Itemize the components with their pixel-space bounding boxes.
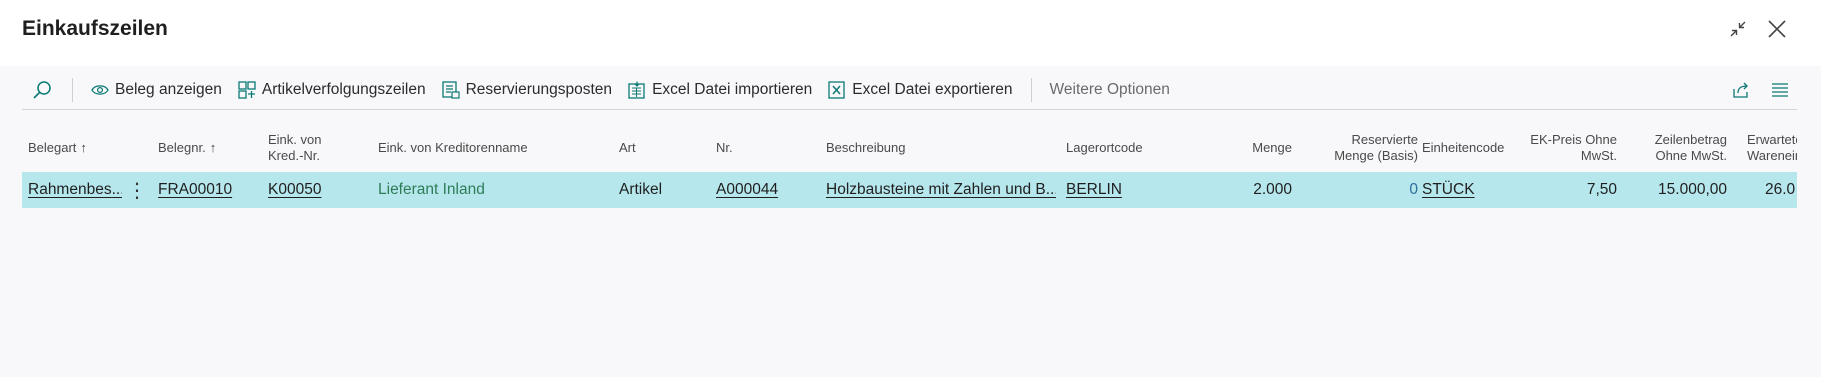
column-label: Beschreibung xyxy=(826,140,906,155)
cell-beschreibung[interactable]: Holzbausteine mit Zahlen und B... xyxy=(826,172,1056,208)
cell-einheitencode[interactable]: STÜCK xyxy=(1422,172,1522,208)
page-header: Einkaufszeilen xyxy=(0,0,1821,66)
share-button[interactable] xyxy=(1726,74,1756,106)
column-label: Art xyxy=(619,140,636,155)
column-header-reservierte-menge[interactable]: Reservierte Menge (Basis) xyxy=(1312,126,1418,170)
table-row[interactable]: Rahmenbes... ⋮ FRA00010 K00050 Lieferant… xyxy=(22,172,1797,208)
search-icon xyxy=(33,80,51,99)
column-label: Lagerortcode xyxy=(1066,140,1143,155)
more-options-label: Weitere Optionen xyxy=(1049,80,1170,98)
close-button[interactable] xyxy=(1764,16,1790,42)
excel-export-button[interactable]: Excel Datei exportieren xyxy=(820,74,1020,106)
cell-kred-nr[interactable]: K00050 xyxy=(268,172,368,208)
collapse-icon xyxy=(1730,21,1746,37)
column-header-ek-preis[interactable]: EK-Preis Ohne MwSt. xyxy=(1527,126,1617,170)
column-label: Menge xyxy=(1252,140,1292,155)
reservation-entries-button[interactable]: Reservierungsposten xyxy=(434,74,620,106)
cell-menge[interactable]: 2.000 xyxy=(1192,172,1292,208)
more-options-button[interactable]: Weitere Optionen xyxy=(1042,74,1178,106)
item-tracking-lines-button[interactable]: Artikelverfolgungszeilen xyxy=(230,74,434,106)
show-document-label: Beleg anzeigen xyxy=(115,80,222,98)
column-header-einheitencode[interactable]: Einheitencode xyxy=(1422,126,1504,170)
excel-import-label: Excel Datei importieren xyxy=(652,80,813,98)
item-tracking-lines-label: Artikelverfolgungszeilen xyxy=(261,80,426,98)
item-tracking-icon xyxy=(238,80,256,99)
sort-ascending-icon: ↑ xyxy=(80,140,87,155)
cell-ek-preis[interactable]: 7,50 xyxy=(1527,172,1617,208)
column-label: Erwartete Wareneingang... xyxy=(1747,132,1797,163)
column-header-belegart[interactable]: Belegart ↑ xyxy=(28,126,87,170)
column-label: Reservierte Menge (Basis) xyxy=(1334,132,1418,163)
cell-belegart[interactable]: Rahmenbes... xyxy=(28,172,122,208)
eye-icon xyxy=(91,84,109,95)
cell-kreditorenname[interactable]: Lieferant Inland xyxy=(378,172,608,208)
reservation-icon xyxy=(441,80,460,99)
collapse-button[interactable] xyxy=(1725,16,1751,42)
excel-import-button[interactable]: Excel Datei importieren xyxy=(620,74,820,106)
column-header-beschreibung[interactable]: Beschreibung xyxy=(826,126,906,170)
share-icon xyxy=(1733,82,1748,98)
column-label: Belegart xyxy=(28,140,77,155)
row-menu-button[interactable]: ⋮ xyxy=(122,172,152,208)
list-view-button[interactable] xyxy=(1765,74,1795,106)
column-label: Einheitencode xyxy=(1422,140,1505,155)
more-vertical-icon: ⋮ xyxy=(127,179,147,202)
list-view-icon xyxy=(1772,83,1788,97)
excel-import-icon xyxy=(628,81,645,99)
column-header-kreditorenname[interactable]: Eink. von Kreditorenname xyxy=(378,126,528,170)
search-button[interactable] xyxy=(22,74,62,106)
cell-belegnr[interactable]: FRA00010 xyxy=(158,172,258,208)
column-label: Eink. von Kreditorenname xyxy=(378,140,528,155)
purchase-lines-table: Belegart ↑ Belegnr. ↑ Eink. von Kred.-Nr… xyxy=(22,126,1797,210)
column-header-kred-nr[interactable]: Eink. von Kred.-Nr. xyxy=(268,126,338,170)
action-bar: Beleg anzeigen Artikelverfolgungszeilen … xyxy=(22,70,1797,110)
toolbar-divider xyxy=(1030,77,1032,102)
column-label: Nr. xyxy=(716,140,733,155)
column-header-lagerortcode[interactable]: Lagerortcode xyxy=(1066,126,1143,170)
sort-ascending-icon: ↑ xyxy=(209,140,217,155)
excel-export-label: Excel Datei exportieren xyxy=(852,80,1013,98)
cell-reservierte-menge[interactable]: 0 xyxy=(1312,172,1418,208)
cell-nr[interactable]: A000044 xyxy=(716,172,816,208)
show-document-button[interactable]: Beleg anzeigen xyxy=(83,74,230,106)
column-header-belegnr[interactable]: Belegnr. ↑ xyxy=(158,126,216,170)
column-label: EK-Preis Ohne MwSt. xyxy=(1530,132,1617,163)
cell-erwartet[interactable]: 26.0 xyxy=(1765,172,1797,208)
column-header-art[interactable]: Art xyxy=(619,126,636,170)
column-header-menge[interactable]: Menge xyxy=(1192,126,1292,170)
excel-export-icon xyxy=(828,80,845,99)
column-header-erwartet[interactable]: Erwartete Wareneingang... xyxy=(1747,126,1797,170)
column-label: Belegnr. xyxy=(158,140,206,155)
cell-zeilenbetrag[interactable]: 15.000,00 xyxy=(1627,172,1727,208)
close-icon xyxy=(1768,20,1786,38)
toolbar-divider xyxy=(72,77,73,102)
cell-lagerortcode[interactable]: BERLIN xyxy=(1066,172,1166,208)
page-title: Einkaufszeilen xyxy=(22,17,168,40)
column-header-nr[interactable]: Nr. xyxy=(716,126,733,170)
column-label: Zeilenbetrag Ohne MwSt. xyxy=(1654,132,1727,163)
column-label: Eink. von Kred.-Nr. xyxy=(268,132,322,163)
column-header-zeilenbetrag[interactable]: Zeilenbetrag Ohne MwSt. xyxy=(1637,126,1727,170)
reservation-entries-label: Reservierungsposten xyxy=(465,80,613,98)
cell-art: Artikel xyxy=(619,181,663,198)
